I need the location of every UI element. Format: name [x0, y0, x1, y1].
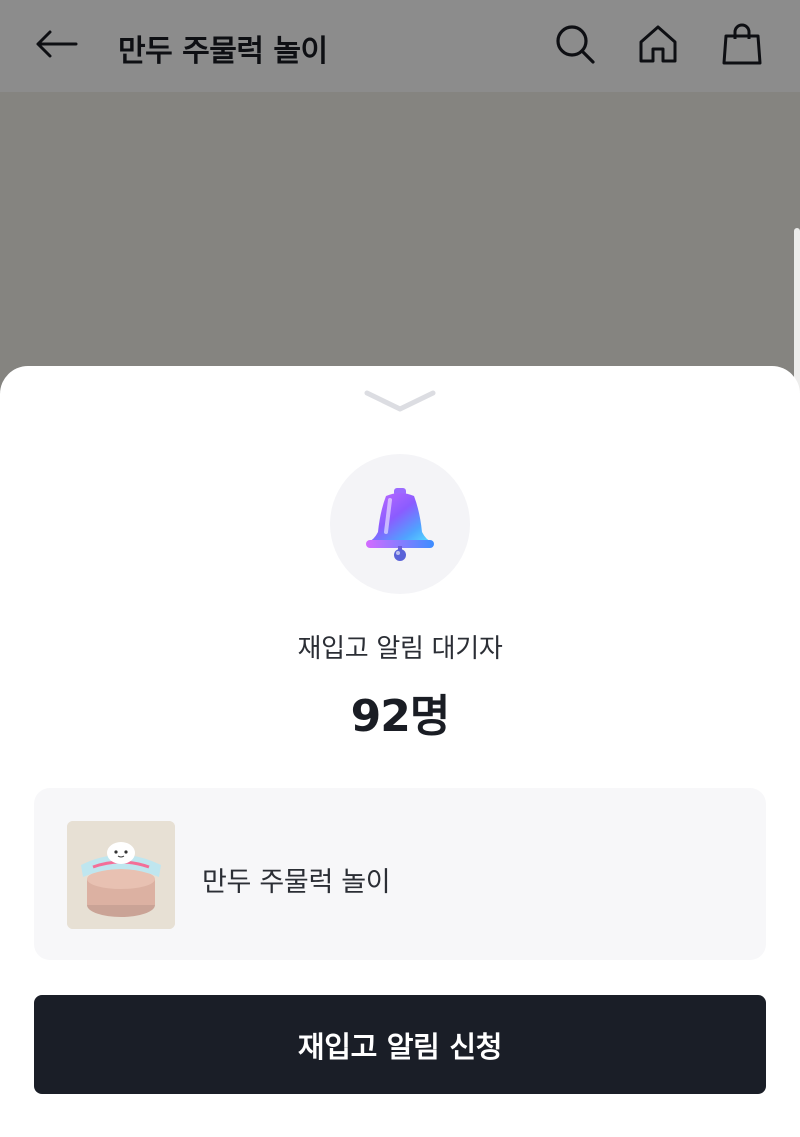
product-name: 만두 주물럭 놀이: [202, 867, 391, 898]
waiting-count: 92명: [350, 691, 451, 742]
product-card: 만두 주물럭 놀이: [34, 788, 766, 960]
chevron-down-icon: [364, 390, 436, 412]
restock-alert-button[interactable]: 재입고 알림 신청: [34, 995, 766, 1094]
waiting-label: 재입고 알림 대기자: [297, 634, 503, 664]
product-thumbnail: [67, 821, 175, 929]
product-image: [67, 821, 175, 929]
restock-alert-sheet: 재입고 알림 대기자 92명 만두 주물럭 놀이 재입고 알림 신청: [0, 366, 800, 1137]
bell-icon: [366, 488, 434, 561]
sheet-close-handle[interactable]: [364, 386, 436, 416]
bell-badge: [330, 454, 470, 594]
